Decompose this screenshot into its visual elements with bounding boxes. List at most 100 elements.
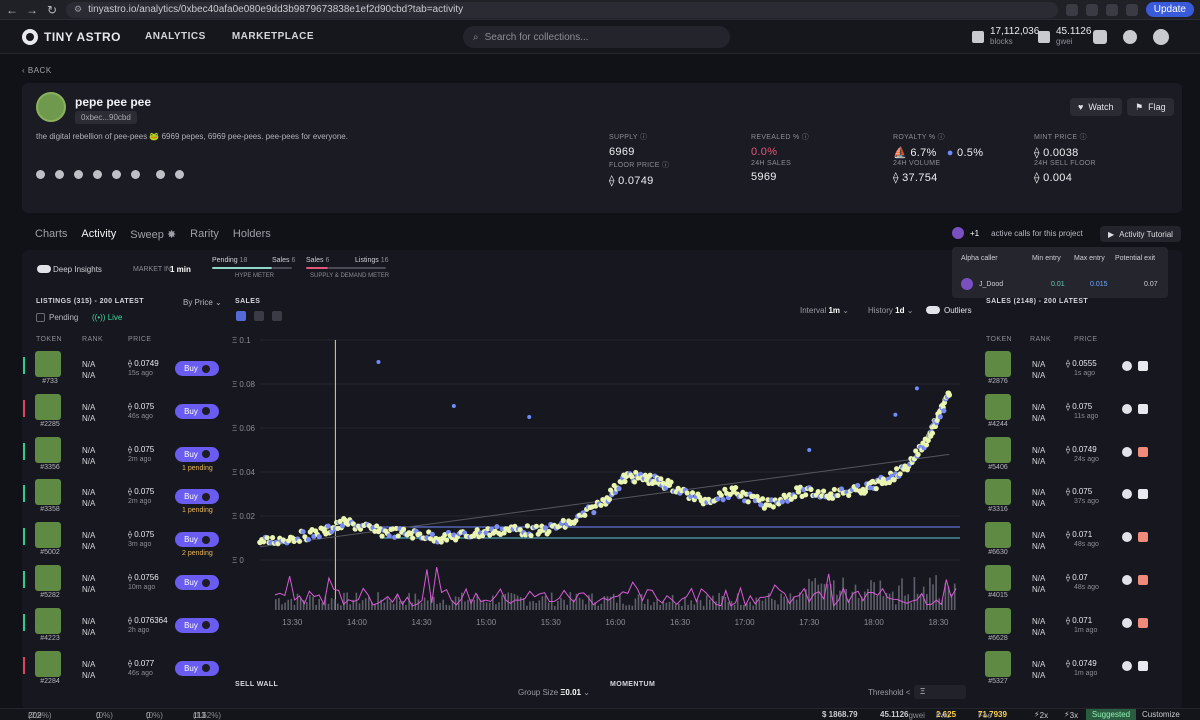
forward-arrow-icon[interactable]: → [26,3,38,17]
active-calls[interactable]: +1 active calls for this project [952,227,1083,239]
etherscan-icon[interactable] [131,170,140,179]
buyer-marketplace-icon[interactable] [1122,489,1132,500]
buyer-marketplace-icon[interactable] [1122,446,1132,457]
buy-button[interactable]: Buy [175,489,219,505]
chart-mode-icon[interactable] [236,311,246,321]
listing-row[interactable]: #2285 N/A N/A ⟠ 0.075 46s ago Buy [22,393,227,437]
token-thumbnail[interactable] [35,607,61,634]
buy-button[interactable]: Buy [175,446,219,462]
token-thumbnail[interactable] [985,650,1011,677]
activity-tutorial-button[interactable]: ▶ Activity Tutorial [1100,226,1181,242]
live-indicator[interactable]: ((•)) Live [92,313,122,322]
site-info-icon[interactable]: ⚙ [74,4,82,15]
tab-activity[interactable]: Activity [81,228,116,241]
tab-holders[interactable]: Holders [233,228,271,241]
extension-icon[interactable] [1085,3,1098,16]
extension-icon[interactable] [1065,3,1078,16]
contract-address[interactable]: 0xbec...90cbd [75,111,137,124]
suggested-button[interactable]: Suggested [1086,709,1136,720]
token-thumbnail[interactable] [985,351,1011,377]
update-button[interactable]: Update [1145,2,1194,17]
token-thumbnail[interactable] [35,351,61,377]
tab-rarity[interactable]: Rarity [190,228,219,241]
buy-button[interactable]: Buy [175,660,219,676]
mult-3x[interactable]: ⚡ 3x [1064,710,1078,720]
back-link[interactable]: ‹ BACK [22,66,52,75]
fee-readout[interactable]: Fee 71.7939 [978,710,1007,720]
notification-bell-icon[interactable] [1123,30,1137,44]
listing-row[interactable]: #2284 N/A N/A ⟠ 0.077 46s ago Buy [22,650,227,694]
listing-row[interactable]: #733 N/A N/A ⟠ 0.0749 15s ago Buy [22,351,227,394]
brand-logo[interactable]: TINY ASTRO [22,28,121,45]
threshold-input[interactable]: Ξ [914,685,966,699]
looksrare-icon[interactable] [55,170,64,179]
seller-marketplace-icon[interactable] [1138,617,1148,628]
token-thumbnail[interactable] [985,479,1011,506]
tab-sweep[interactable]: Sweep ✸ [130,228,176,241]
token-thumbnail[interactable] [35,436,61,463]
token-thumbnail[interactable] [35,650,61,677]
history-select[interactable]: History 1d ⌄ [868,306,913,315]
token-thumbnail[interactable] [985,607,1011,634]
listing-row[interactable]: #4223 N/A N/A ⟠ 0.076364 2h ago Buy [22,607,227,651]
listing-row[interactable]: #3356 N/A N/A ⟠ 0.075 2m ago Buy 1 pending [22,436,227,480]
listing-row[interactable]: #3358 N/A N/A ⟠ 0.075 2m ago Buy 1 pending [22,479,227,522]
back-arrow-icon[interactable]: ← [6,3,18,17]
deep-insights-toggle[interactable] [37,265,51,273]
buy-button[interactable]: Buy [175,361,219,376]
seller-marketplace-icon[interactable] [1138,489,1148,500]
blur-icon[interactable] [93,170,102,179]
seller-marketplace-icon[interactable] [1138,361,1148,371]
buy-button[interactable]: Buy [175,617,219,633]
gem-icon[interactable] [112,170,121,179]
seller-marketplace-icon[interactable] [1138,446,1148,457]
token-thumbnail[interactable] [985,436,1011,463]
prio-readout[interactable]: Prio 2.625 [936,710,956,720]
buy-button[interactable]: Buy [175,575,219,590]
caller-name[interactable]: J_Dood [979,281,1003,288]
flag-button[interactable]: ⚑ Flag [1127,98,1174,116]
pending-checkbox[interactable] [36,313,45,322]
buyer-marketplace-icon[interactable] [1122,361,1132,371]
sale-row[interactable]: #5406 N/A N/A ⟠ 0.0749 24s ago [980,436,1160,480]
group-size-select[interactable]: Group Size Ξ0.01 ⌄ [518,688,590,697]
token-thumbnail[interactable] [35,522,61,549]
chart-mode-icon[interactable] [254,311,264,321]
interval-select[interactable]: Interval 1m ⌄ [800,306,849,315]
chart-mode-icon[interactable] [272,311,282,321]
puzzle-icon[interactable] [1125,3,1138,16]
sale-row[interactable]: #4244 N/A N/A ⟠ 0.075 11s ago [980,393,1160,437]
user-avatar-icon[interactable] [1153,29,1169,45]
listing-row[interactable]: #5002 N/A N/A ⟠ 0.075 3m ago Buy 2 pending [22,522,227,565]
website-globe-icon[interactable] [156,170,165,179]
extension-icon[interactable] [1105,3,1118,16]
token-thumbnail[interactable] [985,393,1011,420]
search-input[interactable]: ⌕ Search for collections... [463,26,730,48]
buyer-marketplace-icon[interactable] [1122,617,1132,628]
outliers-toggle[interactable] [926,306,940,314]
sort-dropdown[interactable]: By Price ⌄ [183,298,222,307]
address-bar[interactable]: ⚙ tinyastro.io/analytics/0xbec40afa0e080… [66,1,1058,18]
mult-2x[interactable]: ⚡ 2x [1034,710,1048,720]
buyer-marketplace-icon[interactable] [1122,660,1132,671]
sale-row[interactable]: #2876 N/A N/A ⟠ 0.0555 1s ago [980,351,1160,394]
twitter-icon[interactable] [175,170,184,179]
listing-row[interactable]: #5282 N/A N/A ⟠ 0.0756 10m ago Buy [22,565,227,608]
seller-marketplace-icon[interactable] [1138,660,1148,671]
sales-scatter-chart[interactable]: Ξ 0.1 Ξ 0.08 Ξ 0.06 Ξ 0.04 Ξ 0.02 Ξ 0 13:30 14:… [230,325,970,625]
nav-analytics[interactable]: ANALYTICS [145,31,206,42]
buyer-marketplace-icon[interactable] [1122,403,1132,414]
sale-row[interactable]: #6630 N/A N/A ⟠ 0.071 48s ago [980,522,1160,565]
nav-marketplace[interactable]: MARKETPLACE [232,31,314,42]
buy-button[interactable]: Buy [175,532,219,548]
sale-row[interactable]: #6628 N/A N/A ⟠ 0.071 1m ago [980,607,1160,651]
token-thumbnail[interactable] [985,522,1011,549]
sale-row[interactable]: #3316 N/A N/A ⟠ 0.075 37s ago [980,479,1160,522]
watch-button[interactable]: ♥ Watch [1070,98,1122,116]
buyer-marketplace-icon[interactable] [1122,575,1132,585]
opensea-icon[interactable] [36,170,45,179]
sale-row[interactable]: #5327 N/A N/A ⟠ 0.0749 1m ago [980,650,1160,694]
seller-marketplace-icon[interactable] [1138,532,1148,543]
x2y2-icon[interactable] [74,170,83,179]
token-thumbnail[interactable] [985,565,1011,591]
